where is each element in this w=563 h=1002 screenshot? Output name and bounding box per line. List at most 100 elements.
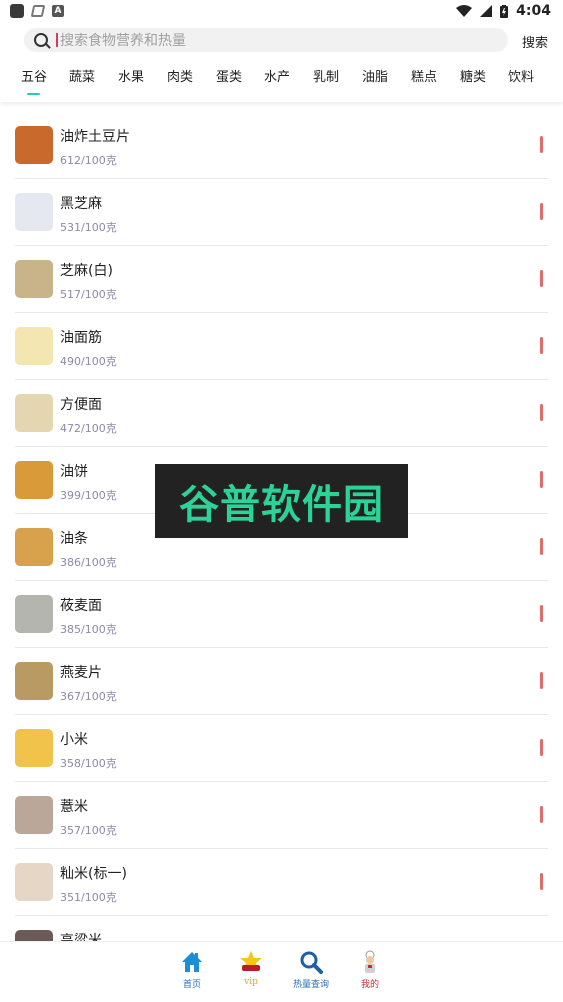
system-icons: 4:04: [456, 3, 551, 19]
search-icon: [34, 33, 48, 47]
tab-yinliao[interactable]: 饮料: [508, 66, 534, 85]
tab-shucai[interactable]: 蔬菜: [69, 66, 95, 85]
watermark-logo: 谷普软件园: [155, 464, 408, 538]
nav-profile-label: 我的: [360, 980, 379, 990]
bottom-navigation: 首页 vip 热量查询 我的: [0, 941, 563, 1002]
food-thumbnail: [15, 193, 53, 231]
food-calories: 367/100克: [60, 690, 117, 703]
food-thumbnail: [15, 394, 53, 432]
search-placeholder: 搜索食物营养和热量: [60, 33, 186, 49]
a-notification-icon: A: [52, 5, 64, 17]
food-calories: 517/100克: [60, 288, 117, 301]
food-thumbnail: [15, 528, 53, 566]
active-tab-indicator: [27, 93, 40, 95]
category-tabs: 五谷 蔬菜 水果 肉类 蛋类 水产 乳制 油脂 糕点 糖类 饮料: [0, 66, 563, 96]
food-name: 燕麦片: [60, 665, 102, 681]
food-thumbnail: [15, 796, 53, 834]
food-calories: 358/100克: [60, 757, 117, 770]
tab-shuichan[interactable]: 水产: [264, 66, 290, 85]
food-thumbnail: [15, 662, 53, 700]
nav-home[interactable]: 首页: [172, 950, 212, 996]
food-calories: 351/100克: [60, 891, 117, 904]
wifi-icon: [456, 5, 473, 17]
food-name: 芝麻(白): [60, 263, 113, 279]
food-name: 油炸土豆片: [60, 129, 130, 145]
calorie-indicator: [540, 203, 543, 220]
calorie-indicator: [540, 672, 543, 689]
tab-danlei[interactable]: 蛋类: [216, 66, 242, 85]
food-name: 油面筋: [60, 330, 102, 346]
food-name: 莜麦面: [60, 598, 102, 614]
food-thumbnail: [15, 327, 53, 365]
food-name: 籼米(标一): [60, 866, 127, 882]
tab-youzhi[interactable]: 油脂: [362, 66, 388, 85]
food-calories: 386/100克: [60, 556, 117, 569]
food-calories: 612/100克: [60, 154, 117, 167]
vip-crown-icon: [240, 951, 262, 971]
list-item[interactable]: 油炸土豆片 612/100克: [15, 112, 548, 179]
list-item[interactable]: 薏米 357/100克: [15, 782, 548, 849]
nav-calorie-search[interactable]: 热量查询: [291, 950, 331, 996]
nav-vip-label: vip: [244, 977, 258, 987]
food-calories: 399/100克: [60, 489, 117, 502]
food-name: 油饼: [60, 464, 88, 480]
home-icon: [182, 952, 202, 972]
calorie-indicator: [540, 270, 543, 287]
clock: 4:04: [516, 3, 551, 19]
watermark-text: 谷普软件园: [179, 482, 384, 528]
nav-vip[interactable]: vip: [231, 950, 271, 996]
food-thumbnail: [15, 126, 53, 164]
food-list: 油炸土豆片 612/100克 黑芝麻 531/100克 芝麻(白) 517/10…: [0, 112, 563, 983]
food-calories: 472/100克: [60, 422, 117, 435]
food-name: 黑芝麻: [60, 196, 102, 212]
tab-wugu[interactable]: 五谷: [21, 66, 47, 85]
calorie-indicator: [540, 471, 543, 488]
food-thumbnail: [15, 595, 53, 633]
calorie-indicator: [540, 404, 543, 421]
magnifier-icon: [300, 951, 323, 974]
food-name: 方便面: [60, 397, 102, 413]
food-thumbnail: [15, 863, 53, 901]
calorie-indicator: [540, 806, 543, 823]
list-item[interactable]: 芝麻(白) 517/100克: [15, 246, 548, 313]
list-item[interactable]: 籼米(标一) 351/100克: [15, 849, 548, 916]
notification-icons: A: [10, 4, 64, 18]
food-thumbnail: [15, 260, 53, 298]
calorie-indicator: [540, 538, 543, 555]
signal-icon: [480, 5, 493, 17]
list-item[interactable]: 莜麦面 385/100克: [15, 581, 548, 648]
list-item[interactable]: 黑芝麻 531/100克: [15, 179, 548, 246]
tab-shuiguo[interactable]: 水果: [118, 66, 144, 85]
food-calories: 490/100克: [60, 355, 117, 368]
list-item[interactable]: 方便面 472/100克: [15, 380, 548, 447]
list-item[interactable]: 小米 358/100克: [15, 715, 548, 782]
search-input[interactable]: 搜索食物营养和热量: [24, 28, 508, 52]
food-calories: 385/100克: [60, 623, 117, 636]
calorie-indicator: [540, 136, 543, 153]
nav-home-label: 首页: [182, 980, 201, 990]
tab-gaodian[interactable]: 糕点: [411, 66, 437, 85]
calorie-indicator: [540, 605, 543, 622]
notification-icon: [30, 5, 46, 17]
calorie-indicator: [540, 873, 543, 890]
food-name: 油条: [60, 531, 88, 547]
battery-icon: [500, 4, 509, 18]
app-notification-icon: [10, 4, 24, 18]
search-button[interactable]: 搜索: [522, 32, 548, 51]
text-cursor: [56, 33, 58, 47]
food-calories: 531/100克: [60, 221, 117, 234]
tab-roulei[interactable]: 肉类: [167, 66, 193, 85]
food-thumbnail: [15, 729, 53, 767]
food-thumbnail: [15, 461, 53, 499]
nav-profile[interactable]: 我的: [350, 950, 390, 996]
status-bar: A 4:04: [0, 0, 563, 22]
tab-tanglei[interactable]: 糖类: [460, 66, 486, 85]
header: 搜索食物营养和热量 搜索 五谷 蔬菜 水果 肉类 蛋类 水产 乳制 油脂 糕点 …: [0, 22, 563, 102]
food-name: 小米: [60, 732, 88, 748]
nav-calorie-search-label: 热量查询: [292, 980, 329, 990]
calorie-indicator: [540, 739, 543, 756]
list-item[interactable]: 燕麦片 367/100克: [15, 648, 548, 715]
tab-ruzhi[interactable]: 乳制: [313, 66, 339, 85]
calorie-indicator: [540, 337, 543, 354]
list-item[interactable]: 油面筋 490/100克: [15, 313, 548, 380]
